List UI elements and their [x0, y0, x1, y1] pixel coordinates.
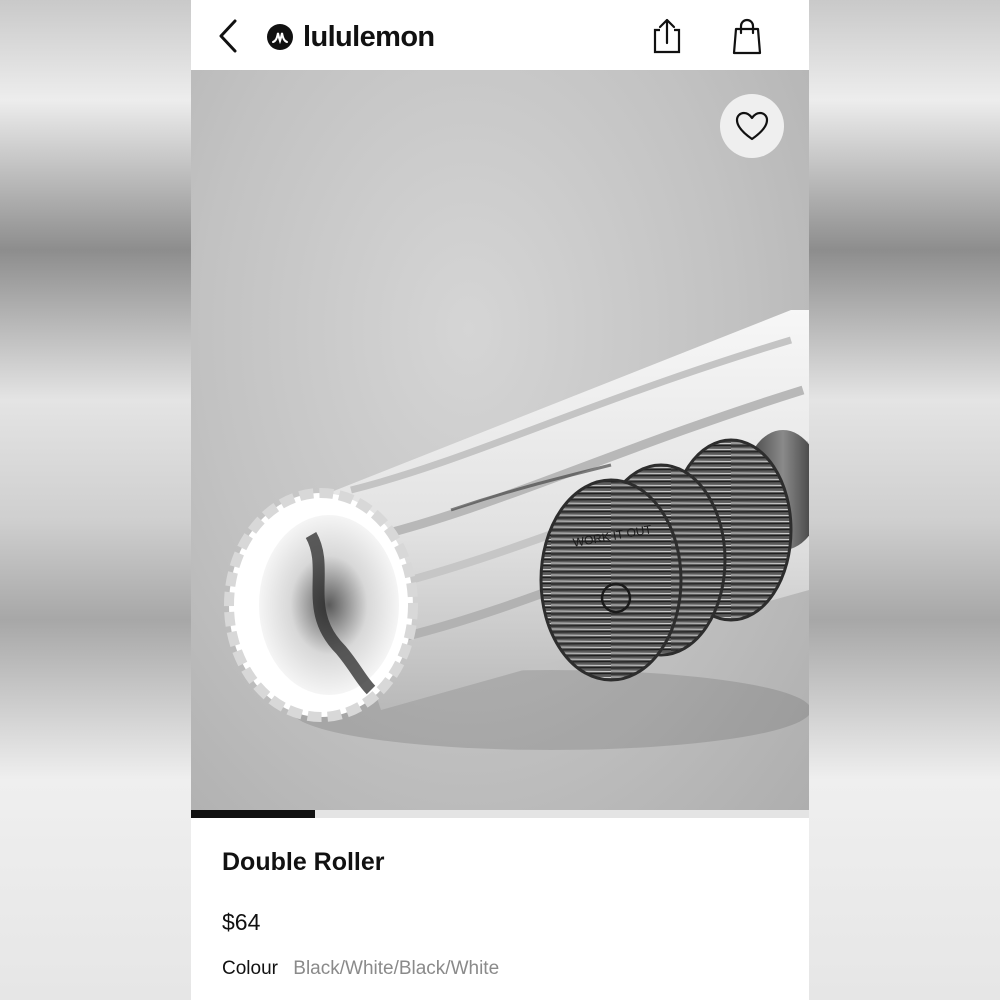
colour-label: Colour — [222, 958, 278, 979]
gallery-progress-indicator — [191, 810, 315, 818]
gallery-progress-track — [191, 810, 809, 818]
product-title: Double Roller — [222, 848, 385, 876]
product-image-gallery[interactable]: WORK IT OUT — [191, 70, 809, 810]
shopping-bag-icon — [732, 18, 762, 55]
chevron-left-icon — [219, 19, 237, 53]
product-price: $64 — [222, 909, 261, 935]
colour-value: Black/White/Black/White — [293, 958, 500, 979]
product-page: lululemon WORK IT OUT Double Roller $64 … — [191, 0, 809, 1000]
brand-logo-link[interactable]: lululemon — [267, 18, 435, 56]
share-button[interactable] — [649, 16, 685, 56]
brand-name: lululemon — [303, 20, 435, 53]
product-image: WORK IT OUT — [224, 310, 809, 750]
lululemon-logo-icon — [267, 24, 293, 50]
back-button[interactable] — [213, 18, 243, 54]
share-icon — [653, 18, 681, 54]
colour-row: Colour Black/White/Black/White — [222, 958, 499, 980]
heart-icon — [735, 111, 769, 141]
top-nav-bar: lululemon — [191, 0, 809, 70]
favorite-button[interactable] — [720, 94, 784, 158]
shopping-bag-button[interactable] — [729, 16, 765, 56]
